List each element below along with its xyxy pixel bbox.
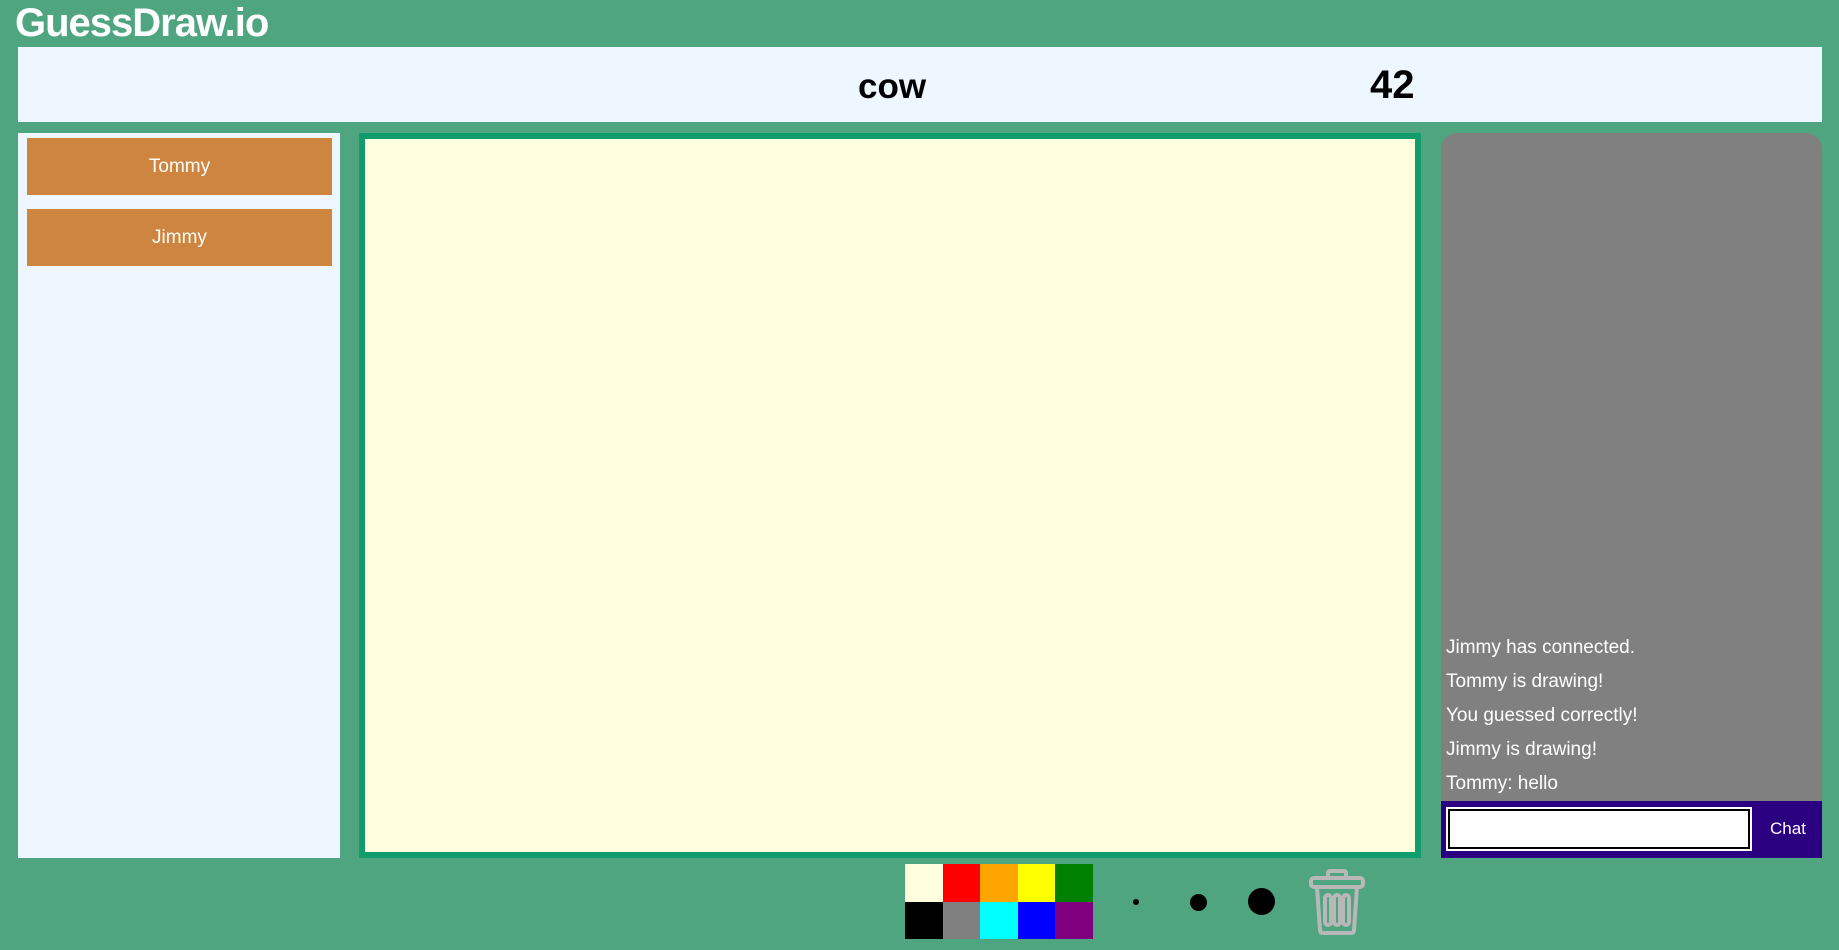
brush-size-medium[interactable]	[1190, 894, 1207, 911]
color-swatch-gray[interactable]	[942, 901, 981, 939]
player-list: Tommy Jimmy	[18, 133, 340, 858]
chat-message: Jimmy has connected.	[1446, 637, 1636, 658]
color-swatch-purple[interactable]	[1055, 901, 1093, 939]
chat-message: Tommy is drawing!	[1446, 671, 1604, 692]
color-swatch-red[interactable]	[942, 864, 981, 902]
chat-message: Tommy: hello	[1446, 773, 1558, 794]
color-swatch-black[interactable]	[905, 901, 943, 939]
current-word: cow	[858, 67, 927, 106]
drawing-canvas[interactable]	[359, 133, 1421, 858]
color-swatch-blue[interactable]	[1017, 901, 1056, 939]
round-timer: 42	[1370, 63, 1415, 107]
color-swatch-cream[interactable]	[905, 864, 943, 902]
color-swatch-cyan[interactable]	[980, 901, 1018, 939]
chat-input-bar: Chat	[1441, 801, 1822, 858]
chat-send-button[interactable]: Chat	[1759, 809, 1817, 849]
chat-panel: Jimmy has connected. Tommy is drawing! Y…	[1441, 133, 1822, 858]
player-item-jimmy[interactable]: Jimmy	[27, 209, 332, 266]
trash-icon[interactable]	[1306, 868, 1368, 936]
player-item-tommy[interactable]: Tommy	[27, 138, 332, 195]
brush-size-large[interactable]	[1248, 888, 1275, 915]
chat-message: You guessed correctly!	[1446, 705, 1638, 726]
color-swatch-green[interactable]	[1055, 864, 1093, 902]
chat-messages: Jimmy has connected. Tommy is drawing! Y…	[1446, 631, 1817, 801]
word-bar: cow 42	[18, 47, 1822, 122]
color-swatch-yellow[interactable]	[1017, 864, 1056, 902]
chat-input[interactable]	[1446, 807, 1752, 851]
brush-size-small[interactable]	[1133, 899, 1139, 905]
app-logo: GuessDraw.io	[15, 1, 269, 45]
color-swatch-orange[interactable]	[980, 864, 1018, 902]
color-palette	[905, 864, 1093, 939]
chat-message: Jimmy is drawing!	[1446, 739, 1597, 760]
